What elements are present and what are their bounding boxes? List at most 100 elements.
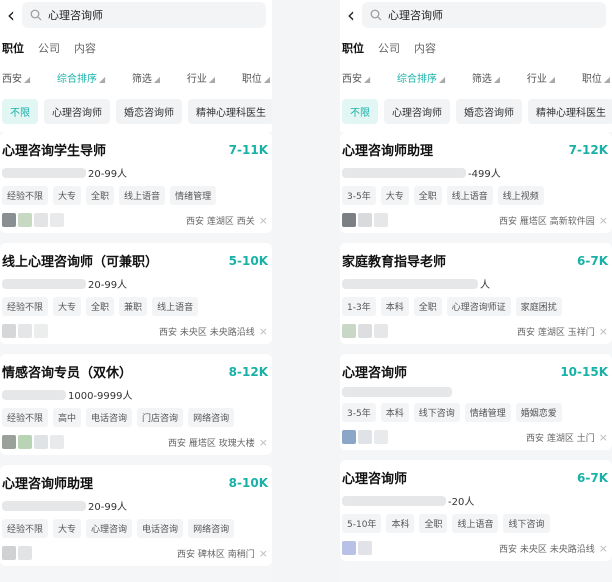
tag: 经验不限 [2,297,49,316]
job-card[interactable]: 心理咨询学生导师 7-11K 20-99人 经验不限 大专 全职 线上语音 情绪管理 西安… [0,132,272,233]
tab-content[interactable]: 内容 [74,40,96,56]
filter-sort[interactable]: 综合排序 ◢ [397,70,445,85]
blurred-company [342,495,446,506]
search-row: ‹ 心理咨询师 [0,0,272,30]
job-title: 心理咨询学生导师 [2,144,107,159]
right-panel: ‹ 心理咨询师 职位 公司 内容 西安 ◢ 综合排序 ◢ 筛选 ◢ 行业 ◢ 职位 ◢ 不… [340,0,612,582]
search-row: ‹ 心理咨询师 [340,0,612,30]
close-icon[interactable]: × [599,214,608,227]
tag: 高中 [53,408,82,427]
tab-company[interactable]: 公司 [378,40,400,56]
tab-company[interactable]: 公司 [38,40,60,56]
tag: 本科 [386,514,415,533]
filter-position[interactable]: 职位 ◢ [582,70,610,85]
job-card[interactable]: 心理咨询师 10-15K 3-5年 本科 线下咨询 情绪管理 婚姻恋爱 西安 莲湖区 土门… [340,354,612,450]
close-icon[interactable]: × [599,431,608,444]
close-icon[interactable]: × [259,547,268,560]
tag-list: 经验不限 大专 心理咨询 电话咨询 网络咨询 [2,519,268,538]
search-icon [370,9,382,21]
tag: 电话咨询 [137,519,184,538]
filter-industry[interactable]: 行业 ◢ [527,70,555,85]
back-icon[interactable]: ‹ [340,0,362,30]
job-location: 西安 雁塔区 高新软件园 [499,216,595,227]
company-meta: 20-99人 [2,276,268,291]
chip-counselor[interactable]: 心理咨询师 [44,99,110,124]
job-salary: 8-12K [228,364,268,379]
job-title: 情感咨询专员（双休） [2,366,133,381]
chip-psychiatrist[interactable]: 精神心理科医生 [528,99,612,124]
job-location: 西安 雁塔区 玫瑰大楼 [168,438,255,449]
search-input[interactable]: 心理咨询师 [22,2,266,28]
job-salary: 8-10K [228,475,268,490]
close-icon[interactable]: × [599,325,608,338]
tag: 情绪管理 [464,403,511,422]
blurred-company [2,278,86,289]
close-icon[interactable]: × [599,542,608,555]
close-icon[interactable]: × [259,325,268,338]
search-query: 心理咨询师 [48,9,103,22]
tag: 全职 [86,297,115,316]
filter-bar: 西安 ◢ 综合排序 ◢ 筛选 ◢ 行业 ◢ 职位 ◢ [340,62,612,93]
job-salary: 7-12K [568,142,608,157]
job-location: 西安 莲湖区 玉祥门 [517,327,595,338]
company-size: -20人 [448,497,475,508]
job-card[interactable]: 心理咨询师 6-7K -20人 5-10年 本科 全职 线上语音 线下咨询 西安 未央区 … [340,460,612,561]
tab-content[interactable]: 内容 [414,40,436,56]
chip-row: 不限 心理咨询师 婚恋咨询师 精神心理科医生 [0,93,272,132]
chevron-down-icon: ◢ [548,75,556,84]
job-card[interactable]: 家庭教育指导老师 6-7K 人 1-3年 本科 全职 心理咨询师证 家庭困扰 西安 莲湖区… [340,243,612,344]
chip-all[interactable]: 不限 [2,99,38,124]
job-card[interactable]: 心理咨询师助理 8-10K 20-99人 经验不限 大专 心理咨询 电话咨询 网络咨询 西… [0,465,272,566]
tag: 情绪管理 [170,186,217,205]
chip-marriage[interactable]: 婚恋咨询师 [456,99,522,124]
filter-sort[interactable]: 综合排序 ◢ [57,70,105,85]
tabs: 职位 公司 内容 [340,30,612,62]
avatar [2,213,64,227]
avatar [342,213,388,227]
job-card[interactable]: 线上心理咨询师（可兼职） 5-10K 20-99人 经验不限 大专 全职 兼职 线上语音 … [0,243,272,344]
tab-job[interactable]: 职位 [342,40,364,56]
chip-counselor[interactable]: 心理咨询师 [384,99,450,124]
tag: 经验不限 [2,519,49,538]
tag: 家庭困扰 [515,297,562,316]
company-size: -499人 [468,169,501,180]
job-salary: 6-7K [577,470,608,485]
search-input[interactable]: 心理咨询师 [362,2,606,28]
tag: 线上语音 [119,186,166,205]
chevron-down-icon: ◢ [603,75,610,84]
tag: 全职 [86,186,115,205]
filter-position[interactable]: 职位 ◢ [242,70,270,85]
tag: 线上视频 [497,186,544,205]
job-salary: 5-10K [228,253,268,268]
tag-list: 1-3年 本科 全职 心理咨询师证 家庭困扰 [342,297,608,316]
filter-city[interactable]: 西安 ◢ [2,70,30,85]
chevron-down-icon: ◢ [493,75,501,84]
header: ‹ 心理咨询师 职位 公司 内容 西安 ◢ 综合排序 ◢ 筛选 ◢ 行业 ◢ 职位 ◢ 不… [340,0,612,132]
filter-screen[interactable]: 筛选 ◢ [132,70,160,85]
company-meta [342,387,608,397]
filter-industry[interactable]: 行业 ◢ [187,70,215,85]
chip-psychiatrist[interactable]: 精神心理科医生 [188,99,272,124]
tag: 全职 [413,297,442,316]
job-location: 西安 未央区 未央路沿线 [159,327,255,338]
filter-screen[interactable]: 筛选 ◢ [472,70,500,85]
tag: 网络咨询 [188,408,235,427]
back-icon[interactable]: ‹ [0,0,22,30]
tab-job[interactable]: 职位 [2,40,24,56]
job-title: 心理咨询师助理 [2,477,94,492]
chip-all[interactable]: 不限 [342,99,378,124]
tag: 网络咨询 [188,519,235,538]
job-salary: 10-15K [560,364,608,379]
tag: 本科 [380,297,409,316]
chip-marriage[interactable]: 婚恋咨询师 [116,99,182,124]
tag-list: 3-5年 本科 线下咨询 情绪管理 婚姻恋爱 [342,403,608,422]
job-location: 西安 未央区 未央路沿线 [499,544,595,555]
filter-city[interactable]: 西安 ◢ [342,70,370,85]
job-card[interactable]: 情感咨询专员（双休） 8-12K 1000-9999人 经验不限 高中 电话咨询 门店咨… [0,354,272,455]
company-size: 20-99人 [88,280,128,291]
job-card[interactable]: 心理咨询师助理 7-12K -499人 3-5年 大专 全职 线上语音 线上视频 西安 雁… [340,132,612,233]
search-query: 心理咨询师 [388,9,443,22]
close-icon[interactable]: × [259,214,268,227]
close-icon[interactable]: × [259,436,268,449]
chevron-down-icon: ◢ [364,75,371,84]
